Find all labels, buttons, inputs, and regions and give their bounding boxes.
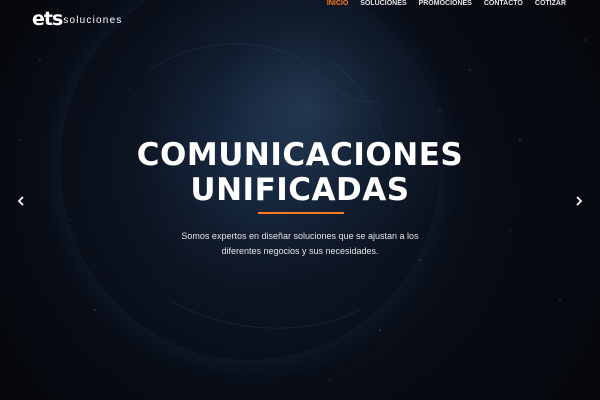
nav-item-cotizar[interactable]: COTIZAR	[535, 0, 566, 8]
brand-logo[interactable]: ets soluciones	[32, 6, 123, 30]
hero-title-line-1: COMUNICACIONES	[136, 137, 464, 173]
slider-prev-button[interactable]	[14, 193, 28, 209]
nav-item-inicio[interactable]: INICIO	[327, 0, 348, 8]
nav-item-soluciones[interactable]: SOLUCIONES	[360, 0, 406, 8]
logo-mark: ets	[32, 8, 63, 30]
hero-subtitle-line-2: diferentes negocios y sus necesidades.	[221, 246, 379, 256]
logo-text: soluciones	[63, 15, 123, 26]
hero-subtitle: Somos expertos en diseñar soluciones que…	[150, 229, 450, 259]
title-divider	[258, 212, 344, 214]
chevron-right-icon	[576, 196, 583, 206]
main-menu: INICIO SOLUCIONES PROMOCIONES CONTACTO C…	[327, 0, 566, 8]
chevron-left-icon	[17, 196, 24, 206]
slider-next-button[interactable]	[572, 193, 586, 209]
hero-title: COMUNICACIONES UNIFICADAS	[0, 138, 600, 208]
hero-title-line-2: UNIFICADAS	[190, 172, 410, 208]
hero-subtitle-line-1: Somos expertos en diseñar soluciones que…	[181, 231, 419, 241]
nav-item-contacto[interactable]: CONTACTO	[484, 0, 523, 8]
top-navigation-bar: ets soluciones INICIO SOLUCIONES PROMOCI…	[0, 0, 600, 30]
nav-item-promociones[interactable]: PROMOCIONES	[419, 0, 472, 8]
